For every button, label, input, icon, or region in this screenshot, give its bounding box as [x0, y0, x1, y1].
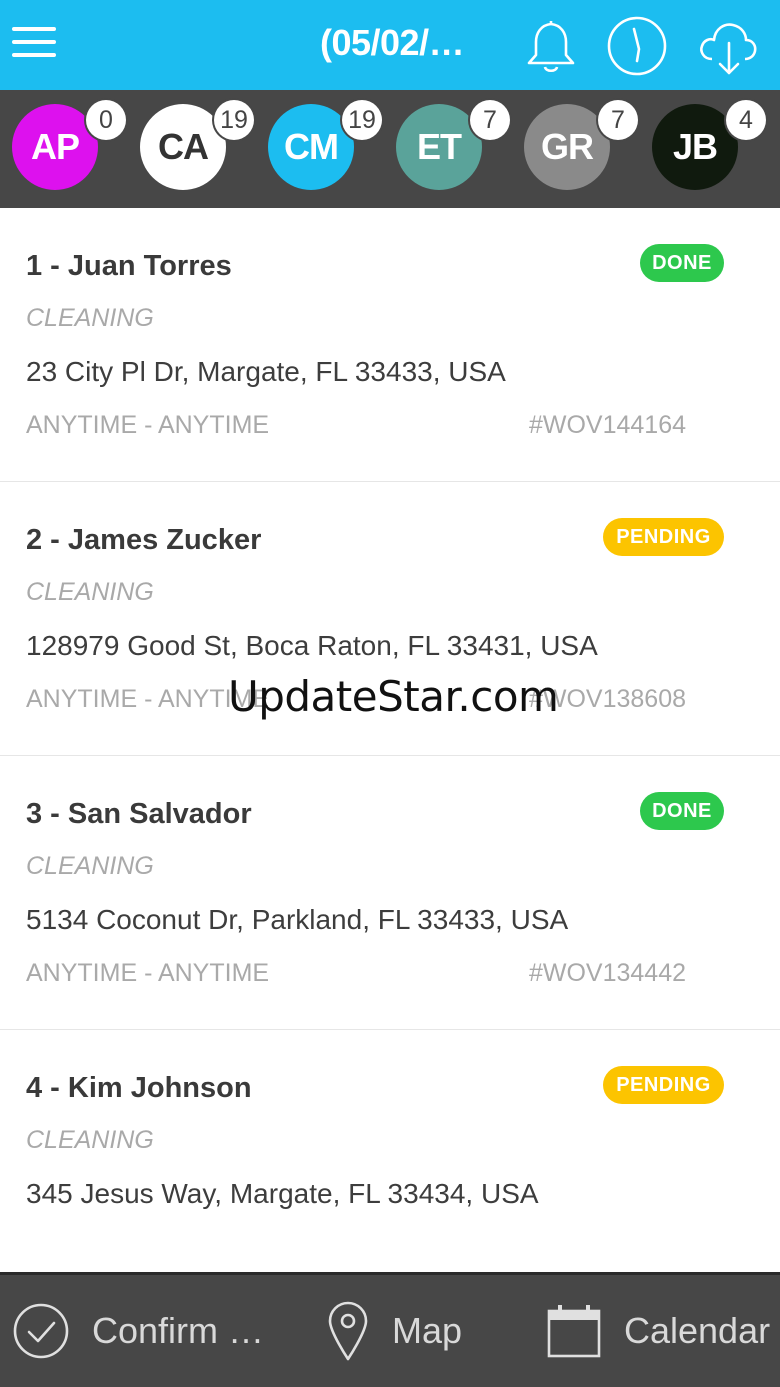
date-title[interactable]: (05/02/…: [320, 22, 465, 64]
job-address: 345 Jesus Way, Margate, FL 33434, USA: [26, 1178, 539, 1209]
confirm-label: Confirm …: [92, 1310, 265, 1351]
cloud-download-icon[interactable]: [696, 15, 758, 77]
avatar: CM: [268, 104, 354, 190]
status-badge: DONE: [640, 244, 724, 282]
job-type: CLEANING: [26, 304, 154, 332]
job-title: 4 - Kim Johnson: [26, 1072, 252, 1104]
confirm-button[interactable]: Confirm …: [12, 1275, 264, 1387]
job-title: 2 - James Zucker: [26, 524, 262, 556]
job-type: CLEANING: [26, 1126, 154, 1154]
tech-avatar-ap[interactable]: AP 0: [12, 100, 126, 190]
job-title: 3 - San Salvador: [26, 798, 252, 830]
status-badge: PENDING: [603, 1066, 724, 1104]
count-badge: 19: [214, 100, 254, 140]
bottom-nav: Confirm … Map Calendar: [0, 1272, 780, 1387]
avatar: GR: [524, 104, 610, 190]
status-badge: PENDING: [603, 518, 724, 556]
menu-icon[interactable]: [12, 27, 56, 61]
technician-strip: AP 0 CA 19 CM 19 ET 7 GR 7 JB 4: [0, 90, 780, 208]
job-type: CLEANING: [26, 852, 154, 880]
tech-avatar-jb[interactable]: JB 4: [652, 100, 766, 190]
map-label: Map: [392, 1310, 463, 1351]
count-badge: 0: [86, 100, 126, 140]
avatar: CA: [140, 104, 226, 190]
job-address: 5134 Coconut Dr, Parkland, FL 33433, USA: [26, 904, 569, 935]
job-address: 128979 Good St, Boca Raton, FL 33431, US…: [26, 630, 598, 661]
tech-avatar-cm[interactable]: CM 19: [268, 100, 382, 190]
job-time-window: ANYTIME - ANYTIME: [26, 411, 270, 439]
count-badge: 19: [342, 100, 382, 140]
job-id: #WOV134442: [528, 959, 686, 987]
job-title: 1 - Juan Torres: [26, 250, 232, 282]
calendar-label: Calendar: [624, 1310, 771, 1351]
bell-icon[interactable]: [520, 15, 582, 77]
count-badge: 7: [470, 100, 510, 140]
job-id: #WOV144164: [528, 411, 686, 439]
job-time-window: ANYTIME - ANYTIME: [26, 959, 270, 987]
count-badge: 4: [726, 100, 766, 140]
job-card[interactable]: 1 - Juan Torres DONE CLEANING 23 City Pl…: [0, 208, 780, 482]
job-card[interactable]: 3 - San Salvador DONE CLEANING 5134 Coco…: [0, 756, 780, 1030]
clock-icon[interactable]: [606, 15, 668, 77]
job-address: 23 City Pl Dr, Margate, FL 33433, USA: [26, 356, 506, 387]
calendar-button[interactable]: Calendar: [546, 1275, 770, 1387]
map-button[interactable]: Map: [326, 1275, 462, 1387]
top-bar: (05/02/…: [0, 0, 780, 90]
avatar: AP: [12, 104, 98, 190]
avatar: ET: [396, 104, 482, 190]
tech-avatar-ca[interactable]: CA 19: [140, 100, 254, 190]
calendar-icon: [547, 1305, 601, 1358]
status-badge: DONE: [640, 792, 724, 830]
avatar: JB: [652, 104, 738, 190]
watermark: UpdateStar.com: [228, 672, 559, 721]
check-circle-icon: [13, 1303, 69, 1359]
job-card[interactable]: 4 - Kim Johnson PENDING CLEANING 345 Jes…: [0, 1030, 780, 1304]
tech-avatar-gr[interactable]: GR 7: [524, 100, 638, 190]
tech-avatar-et[interactable]: ET 7: [396, 100, 510, 190]
count-badge: 7: [598, 100, 638, 140]
job-list: 1 - Juan Torres DONE CLEANING 23 City Pl…: [0, 208, 780, 1304]
map-pin-icon: [328, 1301, 368, 1361]
job-type: CLEANING: [26, 578, 154, 606]
